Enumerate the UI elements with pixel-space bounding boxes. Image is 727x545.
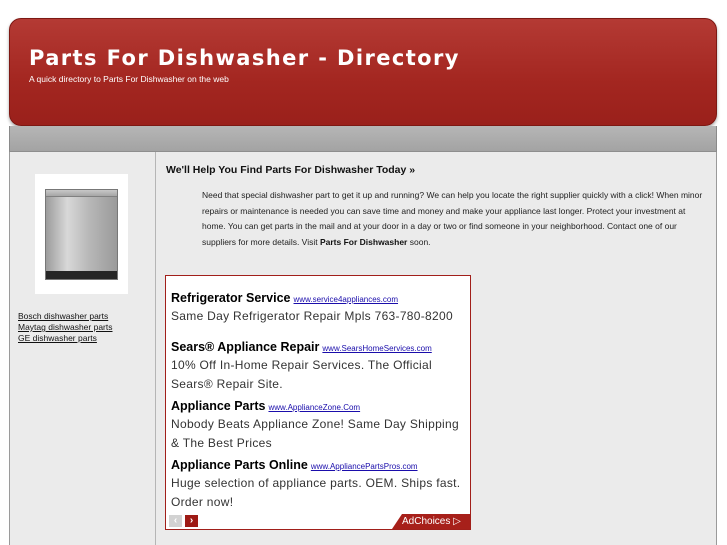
- ad-url[interactable]: www.SearsHomeServices.com: [322, 344, 431, 353]
- sidebar-link-ge[interactable]: GE dishwasher parts: [18, 333, 113, 344]
- ad-title[interactable]: Sears® Appliance Repair: [171, 340, 319, 354]
- content-heading: We'll Help You Find Parts For Dishwasher…: [166, 164, 416, 176]
- ad-item[interactable]: Refrigerator Service www.service4applianc…: [171, 289, 469, 326]
- dishwasher-control-panel: [46, 190, 117, 197]
- chevron-right-icon[interactable]: ›: [185, 515, 198, 527]
- ad-item[interactable]: Appliance Parts www.ApplianceZone.Com Nob…: [171, 397, 469, 453]
- dishwasher-image: [45, 189, 118, 280]
- site-subtitle: A quick directory to Parts For Dishwashe…: [29, 74, 229, 84]
- content-paragraph: Need that special dishwasher part to get…: [202, 188, 707, 250]
- content-paragraph-bold: Parts For Dishwasher: [319, 236, 408, 247]
- content-paragraph-end: soon.: [409, 236, 431, 247]
- dishwasher-kickplate: [46, 271, 117, 279]
- site-header: Parts For Dishwasher - Directory A quick…: [9, 18, 717, 126]
- ad-box: Refrigerator Service www.service4applianc…: [165, 275, 471, 530]
- sidebar-link-bosch[interactable]: Bosch dishwasher parts: [18, 311, 113, 322]
- adchoices-badge[interactable]: AdChoices ▷: [392, 514, 470, 529]
- product-image[interactable]: [35, 174, 128, 294]
- site-title[interactable]: Parts For Dishwasher - Directory: [29, 46, 460, 70]
- content-paragraph-text: Need that special dishwasher part to get…: [202, 190, 703, 247]
- sidebar-link-maytag[interactable]: Maytag dishwasher parts: [18, 322, 113, 333]
- nav-bar: [9, 126, 717, 152]
- ad-url[interactable]: www.ApplianceZone.Com: [268, 403, 360, 412]
- chevron-left-icon[interactable]: ‹: [169, 515, 182, 527]
- ad-item[interactable]: Appliance Parts Online www.ApplianceParts…: [171, 456, 469, 512]
- ad-title[interactable]: Appliance Parts Online: [171, 458, 308, 472]
- ad-url[interactable]: www.service4appliances.com: [294, 295, 399, 304]
- ad-navigation: ‹ ›: [169, 515, 198, 527]
- ad-description: Nobody Beats Appliance Zone! Same Day Sh…: [171, 417, 459, 450]
- sidebar-links: Bosch dishwasher parts Maytag dishwasher…: [18, 311, 113, 344]
- ad-description: Same Day Refrigerator Repair Mpls 763-78…: [171, 309, 453, 323]
- ad-title[interactable]: Appliance Parts: [171, 399, 265, 413]
- column-divider: [155, 152, 156, 545]
- ad-url[interactable]: www.AppliancePartsPros.com: [311, 462, 418, 471]
- ad-description: Huge selection of appliance parts. OEM. …: [171, 476, 461, 509]
- ad-description: 10% Off In-Home Repair Services. The Off…: [171, 358, 432, 391]
- ad-item[interactable]: Sears® Appliance Repair www.SearsHomeServ…: [171, 338, 469, 394]
- ad-title[interactable]: Refrigerator Service: [171, 291, 291, 305]
